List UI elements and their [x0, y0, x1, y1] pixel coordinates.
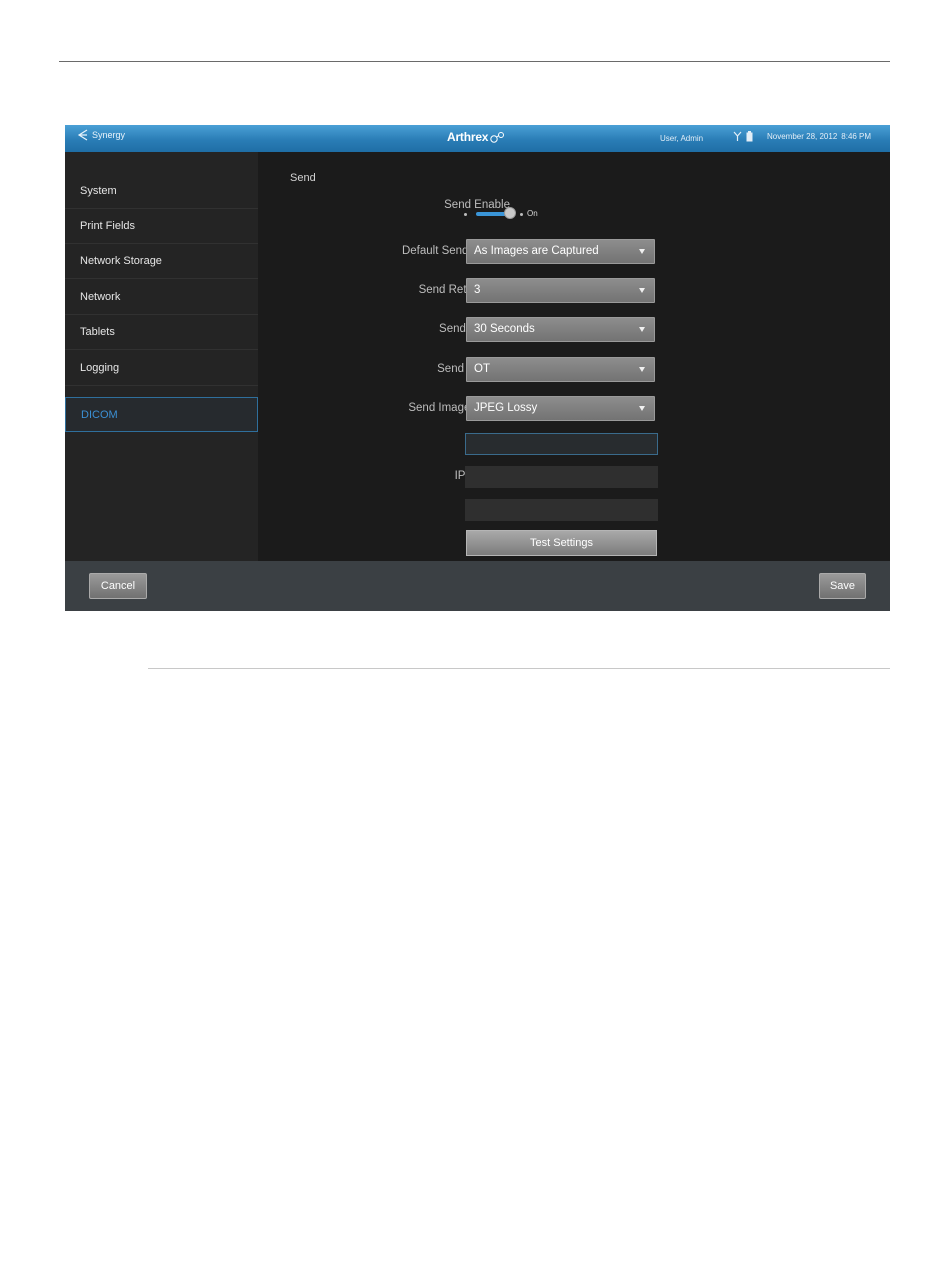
port-field[interactable] [465, 499, 658, 521]
chevron-down-icon [639, 406, 645, 411]
chevron-down-icon [639, 367, 645, 372]
send-enable-toggle[interactable]: On [464, 207, 544, 221]
ae-title-input[interactable] [466, 434, 657, 454]
page-rule-bottom [148, 668, 890, 669]
send-retry-count-value: 3 [474, 284, 481, 296]
default-send-method-value: As Images are Captured [474, 245, 599, 257]
chevron-down-icon [639, 327, 645, 332]
ae-title-field[interactable] [465, 433, 658, 455]
sidebar-item-system[interactable]: System [65, 174, 258, 209]
synergy-logo-text: Synergy [92, 130, 126, 140]
synergy-logo: Synergy [77, 129, 125, 141]
chevron-down-icon [639, 249, 645, 254]
brand-text: Arthrex [447, 130, 489, 144]
test-settings-button[interactable]: Test Settings [466, 530, 657, 556]
title-bar: Synergy Arthrex User, Admin November 28,… [65, 125, 890, 152]
sidebar-item-network-storage[interactable]: Network Storage [65, 244, 258, 279]
send-modality-value: OT [474, 363, 490, 375]
send-retry-count-select[interactable]: 3 [466, 278, 655, 303]
network-icon [733, 131, 742, 141]
toggle-knob[interactable] [504, 207, 516, 219]
send-modality-select[interactable]: OT [466, 357, 655, 382]
default-send-method-select[interactable]: As Images are Captured [466, 239, 655, 264]
time-display: 8:46 PM [841, 132, 872, 141]
sidebar-item-logging[interactable]: Logging [65, 351, 258, 386]
sidebar-item-dicom[interactable]: DICOM [65, 397, 258, 432]
ip-address-field[interactable] [465, 466, 658, 488]
page-rule-top [59, 61, 890, 62]
dicom-settings-panel: Send Send Enable On Default Send Method … [258, 152, 890, 561]
current-user: User, Admin [660, 134, 704, 143]
toggle-on-dot [520, 213, 523, 216]
send-image-format-select[interactable]: JPEG Lossy [466, 396, 655, 421]
cancel-button[interactable]: Cancel [89, 573, 147, 599]
settings-sidebar: System Print Fields Network Storage Netw… [65, 152, 258, 561]
chevron-down-icon [639, 288, 645, 293]
app-screen: Synergy Arthrex User, Admin November 28,… [65, 125, 890, 611]
status-area: November 28, 2012 8:46 PM [733, 131, 871, 142]
synergy-logo-icon [77, 129, 88, 141]
save-button[interactable]: Save [819, 573, 866, 599]
port-input[interactable] [466, 500, 657, 520]
toggle-off-dot [464, 213, 467, 216]
arthrex-brand: Arthrex [447, 130, 505, 144]
send-image-format-value: JPEG Lossy [474, 402, 538, 414]
send-timeout-select[interactable]: 30 Seconds [466, 317, 655, 342]
date-display: November 28, 2012 [767, 132, 838, 141]
sidebar-item-network[interactable]: Network [65, 280, 258, 315]
battery-icon [746, 131, 753, 142]
send-timeout-value: 30 Seconds [474, 323, 535, 335]
arthrex-logo-icon [490, 132, 505, 143]
sidebar-item-print-fields[interactable]: Print Fields [65, 209, 258, 244]
sidebar-item-tablets[interactable]: Tablets [65, 315, 258, 350]
ip-address-input[interactable] [466, 467, 657, 487]
toggle-state-label: On [527, 209, 538, 218]
section-title: Send [290, 172, 316, 184]
bottom-bar: Cancel Save [65, 561, 890, 611]
